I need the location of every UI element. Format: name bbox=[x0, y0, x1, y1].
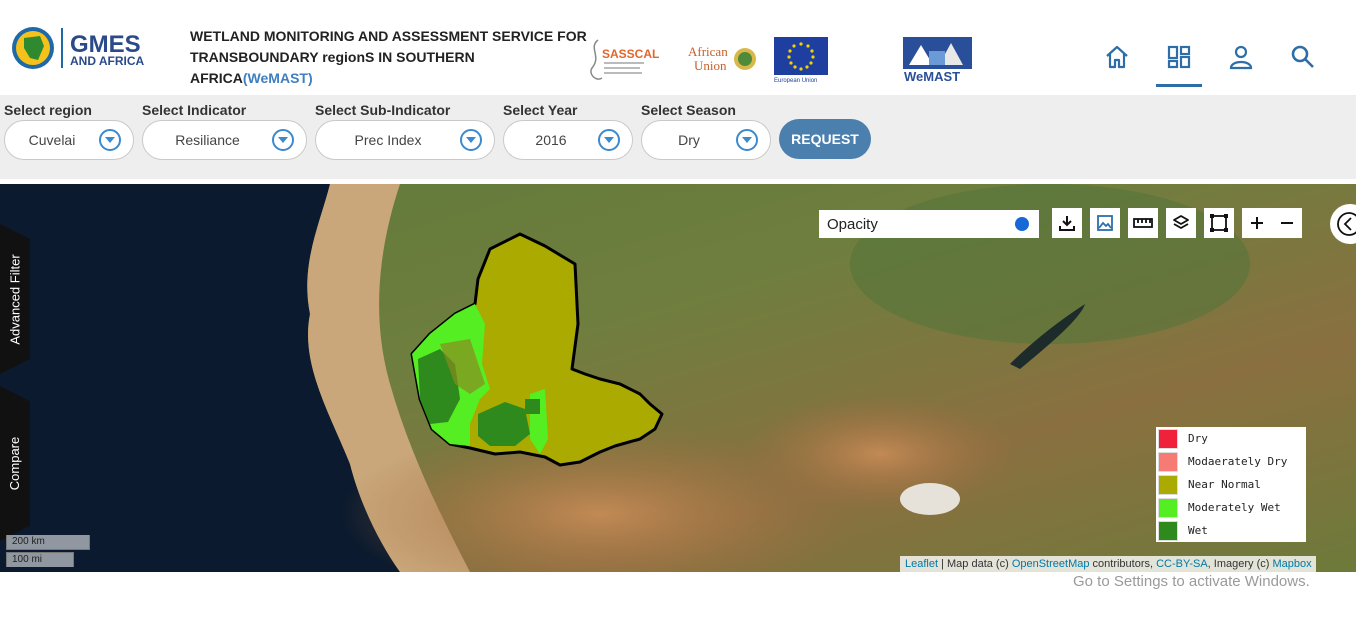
advanced-filter-label: Advanced Filter bbox=[7, 253, 23, 345]
season-value: Dry bbox=[678, 132, 700, 148]
chevron-left-icon bbox=[1337, 212, 1356, 236]
legend-label: Moderately Wet bbox=[1188, 501, 1281, 514]
sub-indicator-value: Prec Index bbox=[354, 132, 422, 148]
user-icon[interactable] bbox=[1224, 40, 1258, 74]
windows-activation-watermark: Go to Settings to activate Windows. bbox=[1073, 573, 1310, 590]
indicator-label: Select Indicator bbox=[142, 102, 247, 118]
compare-label: Compare bbox=[7, 436, 23, 491]
dashboard-icon[interactable] bbox=[1162, 40, 1196, 74]
title-accent: (WeMAST) bbox=[242, 70, 313, 86]
ruler-icon[interactable] bbox=[1128, 208, 1158, 238]
mapbox-link[interactable]: Mapbox bbox=[1272, 558, 1311, 570]
legend-item: Near Normal bbox=[1157, 473, 1306, 496]
wemast-logo-text: WeMAST bbox=[904, 69, 960, 83]
year-select[interactable]: 2016 bbox=[503, 120, 633, 160]
scale-bar-km: 200 km bbox=[6, 535, 90, 550]
au-text-2: Union bbox=[694, 58, 727, 72]
legend-swatch-dry bbox=[1158, 428, 1178, 449]
attrib-map-data: | Map data (c) bbox=[938, 558, 1012, 570]
sub-indicator-label: Select Sub-Indicator bbox=[315, 102, 451, 118]
layers-icon[interactable] bbox=[1166, 208, 1196, 238]
logo-text-africa: AND AFRICA bbox=[70, 54, 145, 68]
au-text: African bbox=[688, 44, 728, 59]
wemast-logo: WeMAST bbox=[903, 37, 973, 88]
title-line-2: TRANSBOUNDARY regionS IN SOUTHERN AFRICA… bbox=[190, 47, 590, 89]
opacity-slider[interactable]: Opacity bbox=[819, 210, 1039, 238]
region-value: Cuvelai bbox=[28, 132, 76, 148]
african-union-logo: African Union bbox=[688, 44, 760, 77]
leaflet-link[interactable]: Leaflet bbox=[905, 558, 938, 570]
zoom-in-icon[interactable] bbox=[1242, 208, 1272, 238]
year-label: Select Year bbox=[503, 102, 578, 118]
legend-label: Modaerately Dry bbox=[1188, 455, 1288, 468]
home-icon[interactable] bbox=[1100, 40, 1134, 74]
region-select[interactable]: Cuvelai bbox=[4, 120, 134, 160]
chevron-down-icon bbox=[736, 129, 758, 151]
legend-item: Moderately Wet bbox=[1157, 496, 1306, 519]
attrib-contributors: contributors, bbox=[1089, 558, 1157, 570]
chevron-down-icon bbox=[460, 129, 482, 151]
search-icon[interactable] bbox=[1286, 40, 1320, 74]
legend-item: Modaerately Dry bbox=[1157, 450, 1306, 473]
year-value: 2016 bbox=[535, 132, 567, 148]
season-label: Select Season bbox=[641, 102, 736, 118]
download-icon[interactable] bbox=[1052, 208, 1082, 238]
legend-label: Wet bbox=[1188, 524, 1208, 537]
title-line-2-text: TRANSBOUNDARY regionS IN SOUTHERN AFRICA bbox=[190, 49, 475, 86]
sub-indicator-select[interactable]: Prec Index bbox=[315, 120, 495, 160]
app-header: GMES AND AFRICA WETLAND MONITORING AND A… bbox=[0, 0, 1366, 95]
map-attribution: Leaflet | Map data (c) OpenStreetMap con… bbox=[900, 556, 1316, 572]
attrib-imagery: , Imagery (c) bbox=[1207, 558, 1273, 570]
filter-bar: Select region Cuvelai Select Indicator R… bbox=[0, 95, 1356, 179]
legend-swatch-moderately-wet bbox=[1158, 497, 1178, 518]
page-title: WETLAND MONITORING AND ASSESSMENT SERVIC… bbox=[190, 26, 590, 89]
advanced-filter-tab[interactable]: Advanced Filter bbox=[0, 224, 30, 374]
chevron-down-icon bbox=[598, 129, 620, 151]
chevron-down-icon bbox=[272, 129, 294, 151]
legend-item: Dry bbox=[1157, 427, 1306, 450]
indicator-value: Resiliance bbox=[175, 132, 240, 148]
title-line-1: WETLAND MONITORING AND ASSESSMENT SERVIC… bbox=[190, 28, 587, 44]
opacity-slider-handle[interactable] bbox=[1015, 217, 1029, 231]
osm-link[interactable]: OpenStreetMap bbox=[1012, 558, 1090, 570]
satellite-basemap[interactable] bbox=[0, 184, 1356, 572]
eu-flag-logo: European Union bbox=[774, 37, 830, 88]
image-icon[interactable] bbox=[1090, 208, 1120, 238]
indicator-select[interactable]: Resiliance bbox=[142, 120, 307, 160]
legend-swatch-near-normal bbox=[1158, 474, 1178, 495]
map-legend: Dry Modaerately Dry Near Normal Moderate… bbox=[1156, 427, 1306, 542]
license-link[interactable]: CC-BY-SA bbox=[1156, 558, 1208, 570]
legend-item: Wet bbox=[1157, 519, 1306, 542]
legend-swatch-wet bbox=[1158, 520, 1178, 541]
opacity-label: Opacity bbox=[827, 215, 878, 233]
compare-tab[interactable]: Compare bbox=[0, 386, 30, 541]
scale-bar-mi: 100 mi bbox=[6, 552, 74, 567]
legend-label: Dry bbox=[1188, 432, 1208, 445]
map-view[interactable]: Advanced Filter Compare Opacity Dry Moda… bbox=[0, 184, 1356, 572]
gmes-africa-logo[interactable]: GMES AND AFRICA bbox=[10, 24, 155, 72]
sasscal-logo-text: SASSCAL bbox=[602, 47, 659, 61]
legend-label: Near Normal bbox=[1188, 478, 1261, 491]
sasscal-logo: SASSCAL bbox=[584, 38, 670, 89]
legend-swatch-moderately-dry bbox=[1158, 451, 1178, 472]
request-button[interactable]: REQUEST bbox=[779, 119, 871, 159]
active-nav-indicator bbox=[1156, 84, 1202, 87]
draw-rectangle-icon[interactable] bbox=[1204, 208, 1234, 238]
eu-caption: European Union bbox=[774, 78, 817, 83]
chevron-down-icon bbox=[99, 129, 121, 151]
season-select[interactable]: Dry bbox=[641, 120, 771, 160]
region-label: Select region bbox=[4, 102, 92, 118]
zoom-out-icon[interactable] bbox=[1272, 208, 1302, 238]
